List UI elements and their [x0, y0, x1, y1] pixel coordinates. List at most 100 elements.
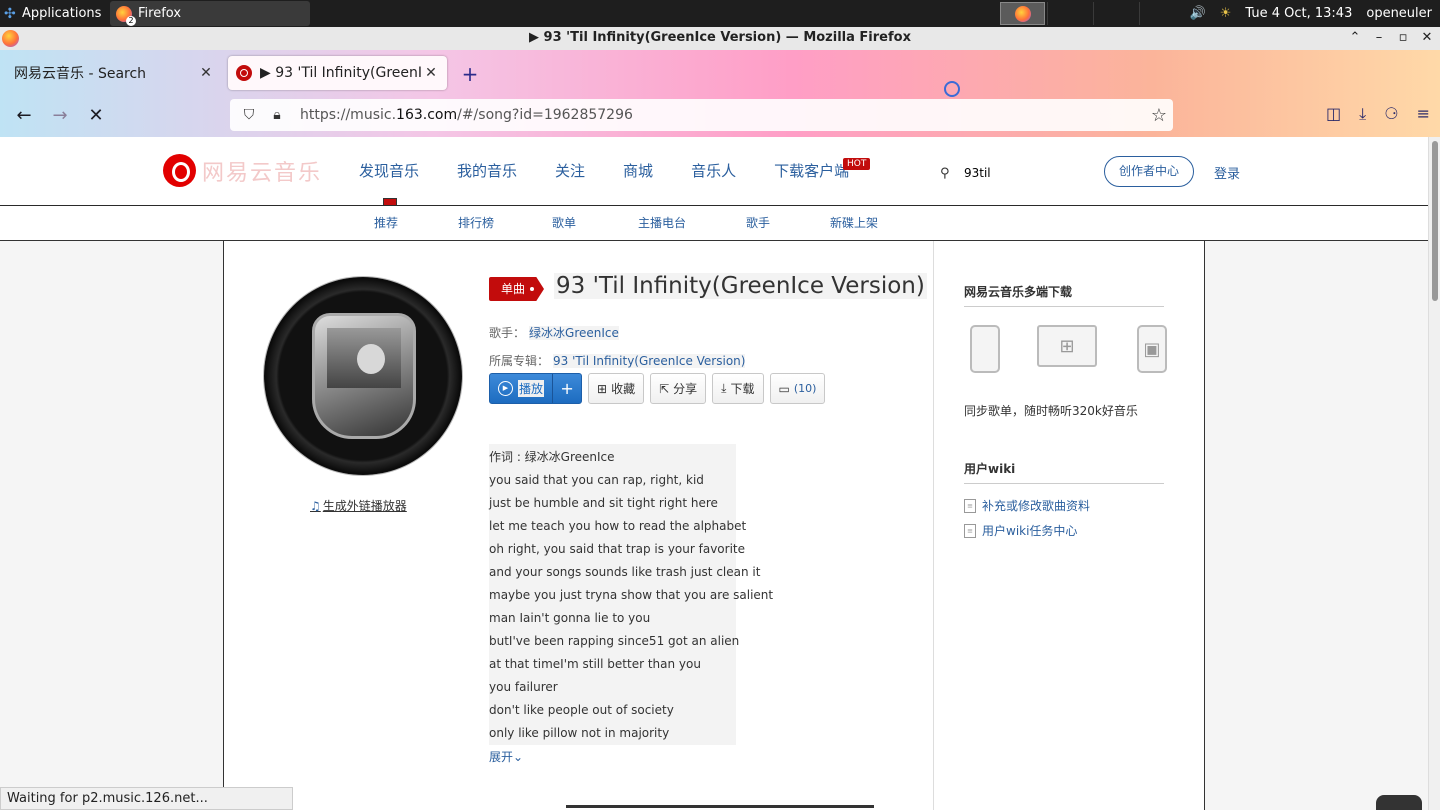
wiki-link-edit-label: 补充或修改歌曲资料 — [982, 499, 1091, 513]
wiki-link-edit[interactable]: ≡ 补充或修改歌曲资料 — [964, 497, 1090, 514]
status-bar: Waiting for p2.music.126.net... — [0, 787, 293, 810]
subnav-charts[interactable]: 排行榜 — [458, 206, 494, 240]
lyric-line: you failurer — [489, 680, 558, 694]
search-input[interactable] — [964, 166, 1084, 180]
taskbar-firefox[interactable]: 2 Firefox — [110, 1, 310, 26]
album-cover-image — [312, 313, 416, 439]
weather-icon[interactable]: ☀ — [1220, 6, 1232, 21]
subnav-radio[interactable]: 主播电台 — [638, 206, 686, 240]
window-title: ▶ 93 'Til Infinity(GreenIce Version) — M… — [529, 30, 911, 45]
extensions-icon[interactable]: ⚆ — [1384, 104, 1398, 124]
tab-song[interactable]: ▶ 93 'Til Infinity(GreenIce Version) ✕ — [228, 56, 447, 90]
lyric-line: and your songs sounds like trash just cl… — [489, 565, 761, 579]
pocket-icon[interactable]: ◫ — [1326, 104, 1341, 124]
download-button[interactable]: ⤓ 下载 — [712, 373, 764, 404]
add-to-playlist-button[interactable]: + — [553, 379, 581, 398]
right-sidebar: 网易云音乐多端下载 ⊞ ▣ 同步歌单，随时畅听320k好音乐 用户wiki ≡ 补… — [933, 241, 1205, 810]
workspace-3[interactable] — [1093, 2, 1138, 25]
song-actions: ▶ 播放 + ⊞ 收藏 ⇱ 分享 ⤓ 下载 ▭ (10) — [489, 373, 826, 404]
stop-loading-icon[interactable]: ✕ — [84, 104, 108, 128]
play-button[interactable]: ▶ 播放 + — [489, 373, 583, 404]
applications-grid-icon: ✣ — [4, 5, 16, 22]
close-icon[interactable]: ✕ — [1420, 27, 1434, 49]
expand-lyrics-link[interactable]: 展开⌄ — [489, 748, 523, 765]
lock-icon[interactable]: 🔒︎ — [268, 107, 286, 123]
lyric-line: just be humble and sit tight right here — [489, 496, 718, 510]
bookmark-star-icon[interactable]: ☆ — [1151, 105, 1167, 126]
main-nav: 发现音乐 我的音乐 关注 商城 音乐人 下载客户端 — [340, 137, 868, 205]
url-text[interactable]: https://music.163.com/#/song?id=19628572… — [300, 107, 633, 123]
applications-menu[interactable]: ✣ Applications — [0, 0, 101, 27]
download-icon[interactable]: ⤓ — [1359, 104, 1366, 124]
search-favicon-icon — [944, 81, 960, 97]
ios-download[interactable] — [970, 325, 1000, 373]
lyric-line: 作词 : 绿冰冰GreenIce — [489, 450, 615, 464]
nav-discover[interactable]: 发现音乐 — [340, 137, 439, 205]
document-icon: ≡ — [964, 523, 976, 538]
generate-player-label: 生成外链播放器 — [322, 499, 407, 513]
new-tab-plus-icon[interactable]: + — [458, 62, 482, 86]
workspace-4[interactable] — [1139, 2, 1184, 25]
workspace-2[interactable] — [1047, 2, 1092, 25]
chevron-up-icon[interactable]: ⌃ — [1348, 27, 1362, 49]
generate-player-link[interactable]: ♫ 生成外链播放器 — [310, 497, 407, 514]
download-label: 下载 — [730, 382, 755, 396]
window-controls: ⌃ – ▫ ✕ — [1348, 27, 1434, 49]
play-label: 播放 — [518, 380, 545, 397]
nav-musician[interactable]: 音乐人 — [672, 137, 755, 205]
creator-center-button[interactable]: 创作者中心 — [1104, 156, 1194, 187]
apple-icon — [970, 325, 1000, 373]
horizontal-scrollbar[interactable] — [566, 805, 874, 808]
workspace-1[interactable] — [1000, 2, 1045, 25]
lyric-line: you said that you can rap, right, kid — [489, 473, 704, 487]
web-page: 网易云音乐 发现音乐 我的音乐 关注 商城 音乐人 下载客户端 HOT ⚲ 创作… — [0, 137, 1428, 810]
tab-search[interactable]: 网易云音乐 - Search ✕ — [4, 56, 960, 97]
subnav-new-albums[interactable]: 新碟上架 — [830, 206, 878, 240]
nav-store[interactable]: 商城 — [604, 137, 672, 205]
site-header: 网易云音乐 发现音乐 我的音乐 关注 商城 音乐人 下载客户端 HOT ⚲ 创作… — [0, 137, 1428, 206]
scrollbar-thumb[interactable] — [1432, 141, 1438, 301]
tab-search-label: 网易云音乐 - Search — [14, 66, 147, 82]
subnav-playlists[interactable]: 歌单 — [552, 206, 576, 240]
nav-follow[interactable]: 关注 — [536, 137, 604, 205]
site-search: ⚲ — [940, 162, 1088, 184]
login-link[interactable]: 登录 — [1214, 163, 1240, 182]
shield-icon[interactable]: ⛉ — [240, 107, 258, 123]
windows-icon: ⊞ — [1037, 325, 1097, 367]
clock[interactable]: Tue 4 Oct, 13:43 — [1245, 6, 1352, 21]
folder-plus-icon: ⊞ — [597, 381, 608, 396]
volume-icon[interactable]: 🔊 — [1190, 6, 1206, 21]
wiki-link-tasks[interactable]: ≡ 用户wiki任务中心 — [964, 522, 1077, 539]
song-title: 93 'Til Infinity(GreenIce Version) — [554, 273, 927, 299]
maximize-icon[interactable]: ▫ — [1396, 27, 1410, 49]
url-bar[interactable]: ⛉ 🔒︎ https://music.163.com/#/song?id=196… — [230, 99, 1173, 131]
pc-download[interactable]: ⊞ — [1037, 325, 1097, 367]
tab-close-icon[interactable]: ✕ — [421, 65, 441, 81]
android-download[interactable]: ▣ — [1137, 325, 1167, 373]
menu-hamburger-icon[interactable]: ≡ — [1417, 104, 1430, 124]
artist-link[interactable]: 绿冰冰GreenIce — [529, 326, 619, 340]
subnav-artists[interactable]: 歌手 — [746, 206, 770, 240]
download-description: 同步歌单，随时畅听320k好音乐 — [964, 404, 1138, 418]
floating-player-tab[interactable] — [1376, 795, 1422, 810]
window-count-badge: 2 — [126, 15, 136, 26]
page-scrollbar[interactable] — [1428, 137, 1440, 810]
search-icon: ⚲ — [940, 165, 950, 181]
minimize-icon[interactable]: – — [1372, 27, 1386, 49]
site-logo[interactable]: 网易云音乐 — [163, 154, 322, 187]
forward-arrow-icon[interactable]: → — [48, 104, 72, 128]
nav-download-client[interactable]: 下载客户端 — [755, 137, 868, 205]
share-button[interactable]: ⇱ 分享 — [650, 373, 707, 404]
user-menu[interactable]: openeuler — [1366, 6, 1432, 21]
browser-chrome: 网易云音乐 - Search ✕ ▶ 93 'Til Infinity(Gree… — [0, 50, 1440, 137]
subnav-recommend[interactable]: 推荐 — [374, 206, 398, 240]
back-arrow-icon[interactable]: ← — [12, 104, 36, 128]
nav-my-music[interactable]: 我的音乐 — [438, 137, 536, 205]
tab-close-icon[interactable]: ✕ — [196, 65, 216, 81]
collect-button[interactable]: ⊞ 收藏 — [588, 373, 645, 404]
comments-button[interactable]: ▭ (10) — [769, 373, 826, 404]
download-icon: ⤓ — [721, 381, 727, 395]
lyric-line: don't like people out of society — [489, 703, 674, 717]
album-link[interactable]: 93 'Til Infinity(GreenIce Version) — [553, 354, 746, 368]
hot-badge: HOT — [843, 158, 871, 170]
